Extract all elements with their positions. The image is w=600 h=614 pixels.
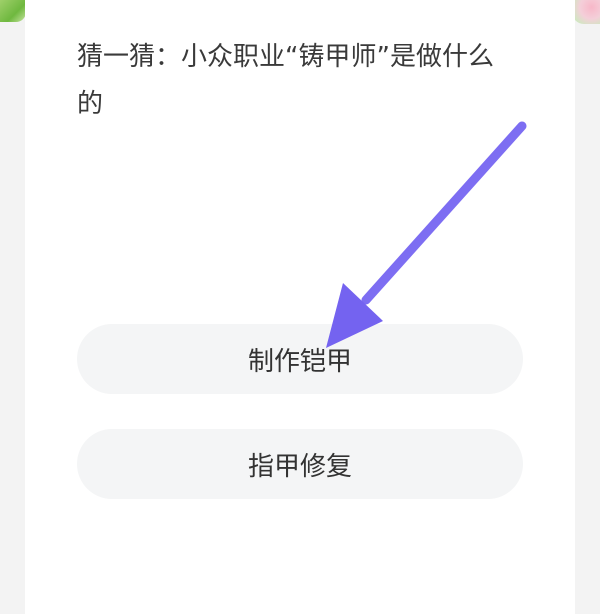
option-button-2[interactable]: 指甲修复 (77, 429, 523, 499)
option-label-2: 指甲修复 (247, 451, 352, 482)
question-text: 猜一猜：小众职业“铸甲师”是做什么的 (77, 42, 494, 119)
option-button-1[interactable]: 制作铠甲 (77, 324, 523, 394)
decorative-flower-corner (572, 0, 600, 24)
quiz-card: 猜一猜：小众职业“铸甲师”是做什么的 制作铠甲 指甲修复 (25, 0, 575, 614)
decorative-leaf-corner (0, 0, 26, 22)
option-label-1: 制作铠甲 (247, 346, 352, 377)
